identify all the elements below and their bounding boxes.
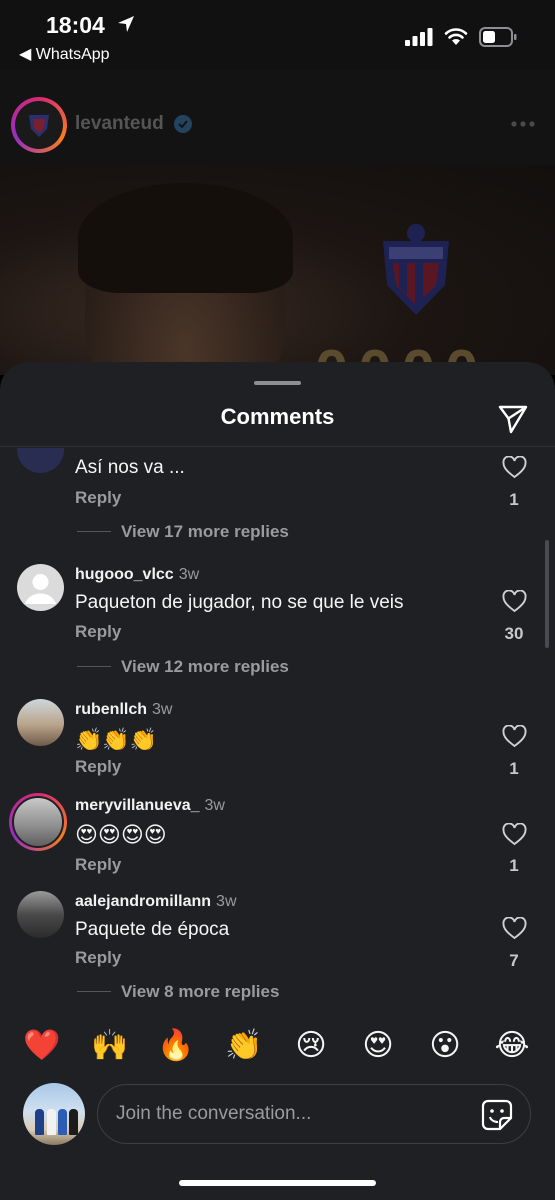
reaction-heart[interactable]: ❤️	[22, 1026, 62, 1066]
comment-avatar[interactable]	[17, 891, 64, 938]
comment-username[interactable]: meryvillanueva_ 3w	[75, 797, 225, 815]
share-paper-plane-icon[interactable]	[496, 401, 530, 435]
like-count: 1	[509, 490, 519, 509]
comment-avatar-default[interactable]	[17, 564, 64, 611]
heart-icon[interactable]	[502, 590, 527, 613]
like-count: 1	[509, 759, 519, 778]
reaction-fire[interactable]: 🔥	[156, 1026, 196, 1066]
comment-age: 3w	[216, 893, 237, 910]
comment-avatar[interactable]	[17, 699, 64, 746]
my-avatar[interactable]	[23, 1083, 85, 1145]
comment-username[interactable]: hugooo_vlcc 3w	[75, 566, 199, 584]
reply-button[interactable]: Reply	[75, 757, 121, 777]
clock: 18:04	[46, 12, 105, 38]
reaction-heart-eyes[interactable]: 😍	[358, 1026, 398, 1066]
levante-crest-image	[383, 224, 449, 315]
comment-input-box[interactable]	[97, 1084, 531, 1144]
comment-avatar-story-ring[interactable]	[9, 793, 67, 851]
battery-icon	[479, 27, 517, 47]
like-count: 7	[509, 951, 519, 970]
comment-avatar[interactable]	[17, 448, 64, 473]
reply-button[interactable]: Reply	[75, 488, 121, 508]
reply-button[interactable]: Reply	[75, 948, 121, 968]
post-header: levanteud	[0, 70, 555, 165]
reaction-surprised[interactable]: 😮	[425, 1026, 465, 1066]
post-author-username[interactable]: levanteud	[75, 113, 164, 135]
more-options-icon[interactable]	[510, 120, 536, 128]
sticker-icon[interactable]	[480, 1098, 514, 1132]
heart-icon[interactable]	[502, 456, 527, 479]
levante-crest-icon	[29, 115, 49, 137]
comment-text: Paqueton de jugador, no se que le veis	[75, 592, 404, 613]
heart-icon[interactable]	[502, 917, 527, 940]
comment-username[interactable]: rubenllch 3w	[75, 701, 172, 719]
heart-icon[interactable]	[502, 823, 527, 846]
comment-text: 👏👏👏	[75, 727, 158, 752]
comments-sheet: Comments Así nos va ... Reply 1 View 17 …	[0, 362, 555, 1200]
player-hair	[78, 183, 293, 293]
comment-text: Así nos va ...	[75, 457, 185, 478]
reaction-laughing[interactable]: 😂	[492, 1026, 532, 1066]
heart-icon[interactable]	[502, 725, 527, 748]
sheet-title: Comments	[220, 404, 335, 429]
like-count: 1	[509, 856, 519, 875]
cellular-signal-icon	[405, 28, 433, 46]
location-arrow-icon	[118, 16, 134, 32]
comment-age: 3w	[152, 701, 173, 718]
home-indicator[interactable]	[179, 1180, 376, 1186]
verified-badge-icon	[174, 115, 192, 133]
status-bar: 18:04 ◀ WhatsApp	[0, 0, 555, 70]
wifi-icon	[444, 28, 468, 45]
post-author-avatar[interactable]	[11, 97, 67, 153]
comment-age: 3w	[178, 566, 200, 583]
comment-username[interactable]: aalejandromillann 3w	[75, 893, 237, 911]
reaction-clap[interactable]: 👏	[224, 1026, 264, 1066]
reaction-crying[interactable]: 😢	[291, 1026, 331, 1066]
reply-button[interactable]: Reply	[75, 622, 121, 642]
comment-input[interactable]	[116, 1101, 466, 1127]
like-count: 30	[504, 624, 524, 643]
comment-age: 3w	[204, 797, 225, 814]
reply-button[interactable]: Reply	[75, 855, 121, 875]
post-image[interactable]: 0000	[0, 165, 555, 375]
comment-text: 😍😍😍😍	[75, 822, 167, 847]
sheet-drag-handle[interactable]	[254, 381, 301, 385]
sheet-divider	[0, 446, 555, 447]
default-user-icon	[25, 574, 56, 604]
reaction-raised-hands[interactable]: 🙌	[90, 1026, 130, 1066]
comment-composer	[0, 1078, 555, 1154]
comments-scrollbar[interactable]	[545, 540, 549, 648]
comments-list[interactable]: Así nos va ... Reply 1 View 17 more repl…	[0, 448, 555, 1008]
back-to-whatsapp-link[interactable]: ◀ WhatsApp	[19, 44, 110, 64]
quick-reactions-bar: ❤️ 🙌 🔥 👏 😢 😍 😮 😂	[0, 1026, 555, 1070]
comment-text: Paquete de época	[75, 919, 230, 940]
